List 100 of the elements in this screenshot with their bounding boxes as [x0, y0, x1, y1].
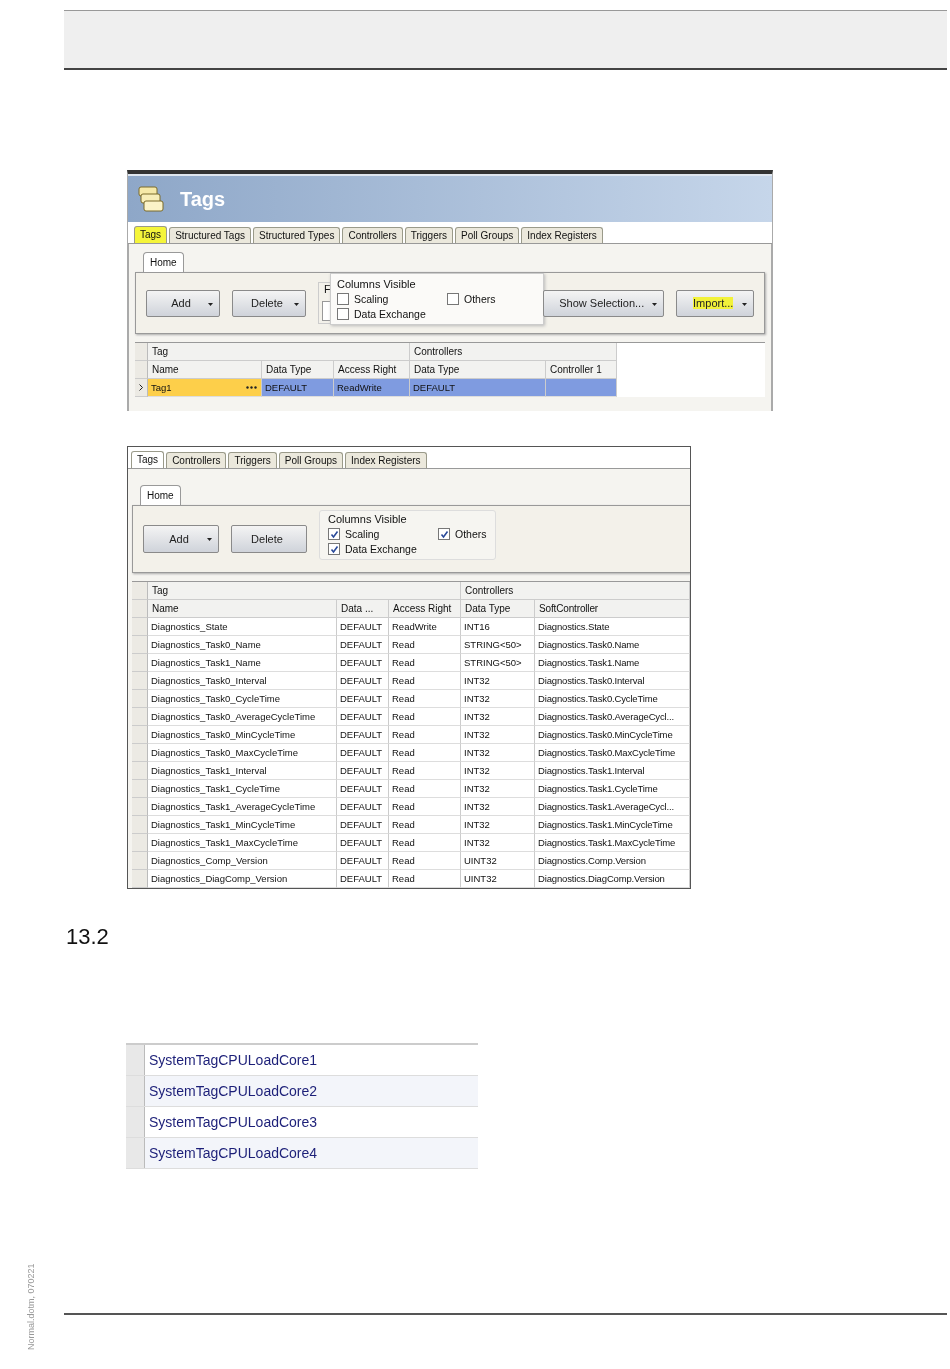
column-header[interactable]: SoftController — [535, 600, 690, 618]
checkbox[interactable]: Others — [447, 293, 537, 305]
table-cell: Diagnostics.DiagComp.Version — [535, 870, 690, 888]
ribbon-button[interactable]: Delete — [231, 525, 307, 553]
table-cell: DEFAULT — [337, 654, 389, 672]
table-cell: Diagnostics_Task0_CycleTime — [148, 690, 337, 708]
group-title: Columns Visible — [328, 513, 408, 525]
row-header[interactable] — [132, 690, 148, 708]
table-cell: Read — [389, 690, 461, 708]
table-cell: Diagnostics.Task1.AverageCycl... — [535, 798, 690, 816]
row-header[interactable] — [132, 618, 148, 636]
row-header[interactable] — [132, 744, 148, 762]
table-cell: Read — [389, 870, 461, 888]
ribbon-button[interactable]: Add — [143, 525, 219, 553]
column-header[interactable]: Access Right — [334, 361, 410, 379]
tab[interactable]: Structured Types — [253, 227, 341, 243]
table-cell: DEFAULT — [337, 618, 389, 636]
table-cell: DEFAULT — [337, 780, 389, 798]
table-cell: Read — [389, 744, 461, 762]
table-cell: DEFAULT — [337, 708, 389, 726]
column-header[interactable]: Data Type — [461, 600, 535, 618]
checkbox[interactable]: Data Exchange — [328, 543, 438, 555]
tab[interactable]: Triggers — [228, 452, 277, 468]
column-header[interactable]: Data ... — [337, 600, 389, 618]
row-header[interactable] — [132, 798, 148, 816]
ribbon-button[interactable]: Show Selection... — [543, 289, 665, 317]
column-header[interactable]: Data Type — [262, 361, 334, 379]
column-header[interactable]: Data Type — [410, 361, 546, 379]
table-cell: INT32 — [461, 780, 535, 798]
cell-editor[interactable]: Tag1 — [148, 379, 262, 397]
table-cell: Diagnostics.Task1.Name — [535, 654, 690, 672]
checkbox[interactable]: Data Exchange — [337, 308, 447, 320]
checkbox[interactable]: Scaling — [328, 528, 438, 540]
table-cell: Diagnostics.Task1.CycleTime — [535, 780, 690, 798]
table-cell: DEFAULT — [410, 379, 546, 397]
current-row-icon — [139, 384, 143, 391]
check-icon — [439, 529, 449, 539]
ribbon-button[interactable]: Import... — [676, 289, 754, 317]
tab[interactable]: Controllers — [166, 452, 227, 468]
section-number: 13.2 — [66, 925, 110, 949]
table-cell: Diagnostics_Task0_Name — [148, 636, 337, 654]
table-cell: STRING<50> — [461, 654, 535, 672]
checkbox[interactable]: Others — [438, 528, 487, 540]
table-cell: Diagnostics.Task0.AverageCycl... — [535, 708, 690, 726]
row-header[interactable] — [132, 870, 148, 888]
tab[interactable]: Tags — [131, 451, 165, 468]
row-header[interactable] — [132, 654, 148, 672]
tag-name: SystemTagCPULoadCore2 — [148, 1082, 318, 1101]
ribbon-button[interactable]: Delete — [232, 289, 306, 317]
table-cell: Read — [389, 672, 461, 690]
ribbon-button[interactable]: Add — [146, 289, 220, 317]
table-cell: Diagnostics_State — [148, 618, 337, 636]
column-header[interactable]: Name — [148, 361, 262, 379]
row-header[interactable] — [126, 1107, 145, 1137]
row-header[interactable] — [132, 726, 148, 744]
row-header[interactable] — [132, 852, 148, 870]
tab[interactable]: Tags — [134, 226, 168, 243]
column-header[interactable]: Name — [148, 600, 337, 618]
table-cell: ReadWrite — [334, 379, 410, 397]
row-header[interactable] — [132, 816, 148, 834]
row-header[interactable] — [126, 1138, 145, 1168]
row-header[interactable] — [132, 780, 148, 798]
table-cell: INT32 — [461, 708, 535, 726]
ribbon-tab[interactable]: Home — [140, 485, 181, 505]
table-cell: INT32 — [461, 762, 535, 780]
row-header[interactable] — [132, 708, 148, 726]
tab[interactable]: Controllers — [342, 227, 403, 243]
tab[interactable]: Poll Groups — [455, 227, 520, 243]
ribbon-tab[interactable]: Home — [143, 252, 184, 272]
table-cell: Read — [389, 834, 461, 852]
table-cell: Diagnostics_Task1_MinCycleTime — [148, 816, 337, 834]
row-header[interactable] — [132, 834, 148, 852]
checkbox[interactable]: Scaling — [337, 293, 447, 305]
row-header[interactable] — [132, 636, 148, 654]
column-header[interactable]: Controller 1 — [546, 361, 617, 379]
table-cell: INT32 — [461, 672, 535, 690]
table-cell: Read — [389, 852, 461, 870]
table-cell: INT32 — [461, 690, 535, 708]
row-header[interactable] — [126, 1076, 145, 1106]
caret-icon — [208, 302, 213, 306]
row-header[interactable] — [132, 762, 148, 780]
row-header[interactable] — [126, 1045, 145, 1075]
tab[interactable]: Structured Tags — [169, 227, 251, 243]
table-cell: INT32 — [461, 834, 535, 852]
tab[interactable]: Index Registers — [521, 227, 603, 243]
table-cell: Diagnostics.Task0.MaxCycleTime — [535, 744, 690, 762]
table-cell: Read — [389, 726, 461, 744]
table-cell: INT32 — [461, 816, 535, 834]
table-cell: Diagnostics_Task1_AverageCycleTime — [148, 798, 337, 816]
tab[interactable]: Triggers — [404, 227, 454, 243]
table-cell: Diagnostics_Task0_MinCycleTime — [148, 726, 337, 744]
table-cell: Diagnostics.Task0.Name — [535, 636, 690, 654]
row-header[interactable] — [135, 379, 148, 397]
caret-icon — [294, 302, 299, 306]
tab[interactable]: Index Registers — [345, 452, 427, 468]
table-cell: Diagnostics_Task1_MaxCycleTime — [148, 834, 337, 852]
tab[interactable]: Poll Groups — [278, 452, 344, 468]
column-header[interactable]: Access Right — [389, 600, 461, 618]
row-header[interactable] — [132, 672, 148, 690]
table-cell: Diagnostics_Task1_Name — [148, 654, 337, 672]
